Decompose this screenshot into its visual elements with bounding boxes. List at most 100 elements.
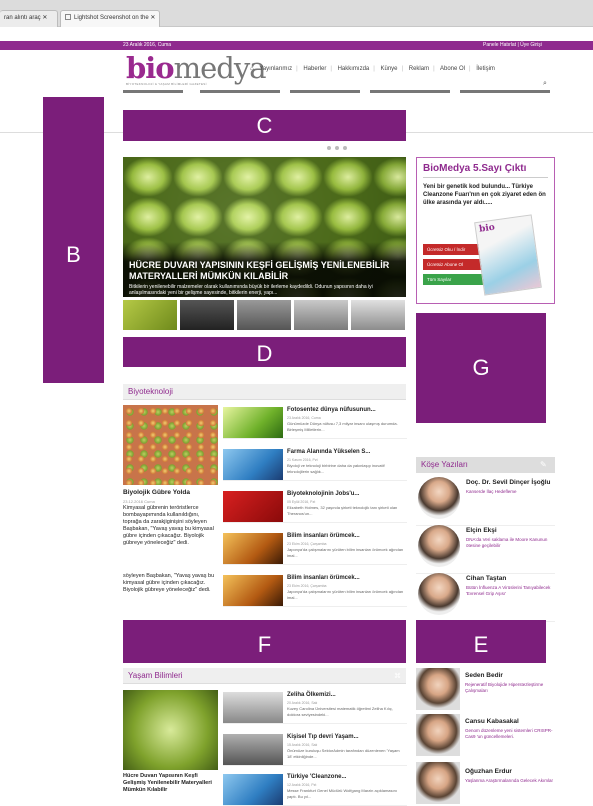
article-desc: Biyoloji ve teknoloji birbirine daha da …: [287, 463, 385, 474]
slider-thumb[interactable]: [180, 300, 234, 330]
nav-item[interactable]: Abone Ol: [440, 66, 465, 72]
promo-description: Yeni bir genetik kod bulundu... Türkiye …: [423, 184, 546, 206]
list-item[interactable]: Zeliha Ölkemizi... 20 Aralık 2016, Salı …: [223, 690, 407, 724]
article-thumb: [223, 491, 283, 522]
slider-dots[interactable]: [327, 145, 351, 152]
article-title[interactable]: Biyoteknolojinin Jobs'u...: [287, 491, 359, 497]
person-article[interactable]: Yaşlanma Araştırmalarında Gelecek Akımla…: [465, 778, 553, 784]
person-article[interactable]: Genom düzenleme yeni sistemleri CRISPR-C…: [465, 728, 553, 740]
browser-tab[interactable]: ran alıntı araç ✕: [0, 10, 58, 27]
hero-title[interactable]: HÜCRE DUVARI YAPISININ KEŞFİ GELİŞMİŞ YE…: [129, 260, 400, 282]
top-thumb: [290, 90, 360, 93]
dot[interactable]: [335, 146, 339, 150]
list-item[interactable]: Türkiye 'Cleanzone... 12 Aralık 2016, Pz…: [223, 772, 407, 806]
list-item[interactable]: Biyoteknolojinin Jobs'u... 05 Eylül 2016…: [223, 489, 407, 523]
columnist-item[interactable]: Cihan Taştan Bütün İnfluenza A Virüsleri…: [416, 570, 555, 622]
article-title[interactable]: Bilim insanları örümcek...: [287, 533, 360, 539]
nav-item[interactable]: Haberler: [303, 66, 326, 72]
top-thumb: [123, 90, 183, 93]
columnist-article[interactable]: Kanserde İlaç Hedefleme: [466, 489, 552, 495]
article-meta: 15 Aralık 2016, Salı: [287, 743, 318, 747]
top-thumb: [460, 90, 550, 93]
person-article[interactable]: Rejeneratif Biyolojide Hiperstezleştirme…: [465, 682, 553, 694]
nav-item[interactable]: Künye: [381, 66, 398, 72]
slider-thumb[interactable]: [123, 300, 177, 330]
magazine-cover[interactable]: bio: [474, 214, 542, 296]
article-title[interactable]: Zeliha Ölkemizi...: [287, 692, 336, 698]
article-title[interactable]: Fotosentez dünya nüfusunun...: [287, 407, 376, 413]
columnist-article[interactable]: DNA'da Veri saklama ile Moore Kanunun öt…: [466, 537, 552, 549]
list-item[interactable]: Farma Alanında Yükselen S... 21 Kasım 20…: [223, 447, 407, 481]
avatar: [418, 477, 460, 519]
nav-item[interactable]: Yayınlarımız: [259, 66, 292, 72]
slider-thumb[interactable]: [351, 300, 405, 330]
feature-title[interactable]: Hücre Duvarı Yapısının Keşfi Gelişmiş Ye…: [123, 773, 218, 794]
article-thumb: [223, 734, 283, 765]
article-title[interactable]: Kişisel Tıp devri Yaşam...: [287, 734, 359, 740]
avatar[interactable]: [416, 714, 460, 756]
nav-item[interactable]: Reklam: [409, 66, 429, 72]
article-desc: Elizabeth Holmes, 32 yaşında şirketi tek…: [287, 505, 398, 516]
columnist-name[interactable]: Doç. Dr. Sevil Dinçer İşoğlu: [466, 479, 551, 486]
tab-label: ran alıntı araç ✕: [4, 15, 48, 21]
current-date: 23 Aralık 2016, Cuma: [123, 42, 172, 48]
annotation-box-d: D: [123, 337, 406, 367]
feature-meta: 23.12.2016 Cuma: [123, 499, 155, 504]
article-title[interactable]: Türkiye 'Cleanzone...: [287, 774, 346, 780]
columnist-item[interactable]: Elçin Ekşi DNA'da Veri saklama ile Moore…: [416, 522, 555, 574]
avatar[interactable]: [416, 762, 460, 804]
rss-icon[interactable]: ⌘: [394, 672, 401, 680]
list-item[interactable]: Bilim insanları örümcek... 23 Ekim 2016,…: [223, 531, 407, 565]
article-title[interactable]: Farma Alanında Yükselen S...: [287, 449, 370, 455]
top-strip: 23 Aralık 2016, Cuma Panele Hatırlat | Ü…: [0, 41, 593, 50]
slider-thumb[interactable]: [294, 300, 348, 330]
home-icon[interactable]: ⌂: [250, 66, 254, 72]
article-desc: Japonya'da çalışmalarını yürüten bilim i…: [287, 589, 404, 600]
promo-title[interactable]: BioMedya 5.Sayı Çıktı: [417, 158, 554, 174]
nav-item[interactable]: İletişim: [476, 66, 495, 72]
feature-image[interactable]: [123, 405, 218, 485]
logo-bio: bio: [126, 51, 175, 85]
annotation-box-e: E: [416, 620, 546, 663]
person-name[interactable]: Oğuzhan Erdur: [465, 768, 512, 775]
dot[interactable]: [343, 146, 347, 150]
columnist-name[interactable]: Elçin Ekşi: [466, 527, 497, 534]
main-nav: ⌂ Yayınlarımız | Haberler | Hakkımızda | Kü…: [250, 66, 495, 72]
top-links[interactable]: Panele Hatırlat | Üye Girişi: [483, 41, 542, 50]
hero-slider[interactable]: HÜCRE DUVARI YAPISININ KEŞFİ GELİŞMİŞ YE…: [123, 157, 406, 297]
section-header-life-sciences[interactable]: Yaşam Bilimleri: [123, 668, 406, 684]
article-desc: Günümüzde Dünya nüfusu 7,3 milyar insanı…: [287, 421, 398, 432]
article-title[interactable]: Bilim insanları örümcek...: [287, 575, 360, 581]
search-icon[interactable]: ⌕: [543, 80, 547, 88]
list-item[interactable]: Bilim insanları örümcek... 23 Ekim 2016,…: [223, 573, 407, 607]
article-meta: 05 Eylül 2016, Pzt: [287, 500, 316, 504]
top-thumb: [200, 90, 280, 93]
avatar: [418, 573, 460, 615]
section-header-columns[interactable]: Köşe Yazıları: [416, 457, 555, 473]
list-item[interactable]: Kişisel Tıp devri Yaşam... 15 Aralık 201…: [223, 732, 407, 766]
hero-caption: HÜCRE DUVARI YAPISININ KEŞFİ GELİŞMİŞ YE…: [123, 242, 406, 297]
annotation-box-f: F: [123, 620, 406, 663]
article-thumb: [223, 575, 283, 606]
site-tagline: BİYOTEKNOLOJİ & YAŞAM BİLİMLERİ GAZETESİ: [126, 82, 207, 86]
slider-thumb[interactable]: [237, 300, 291, 330]
tab-label: Lightshot Screenshot on the ✕: [74, 15, 156, 21]
browser-tab[interactable]: Lightshot Screenshot on the ✕: [60, 10, 160, 27]
columnist-item[interactable]: Doç. Dr. Sevil Dinçer İşoğlu Kanserde İl…: [416, 474, 555, 526]
annotation-box-c: C: [123, 110, 406, 141]
columnist-article[interactable]: Bütün İnfluenza A Virüslerini Tanıyabile…: [466, 585, 552, 597]
edit-icon[interactable]: ✎: [540, 460, 547, 469]
nav-item[interactable]: Hakkımızda: [338, 66, 370, 72]
site-logo[interactable]: biomedya: [126, 51, 267, 85]
list-item[interactable]: Fotosentez dünya nüfusunun... 23 Aralık …: [223, 405, 407, 439]
person-name[interactable]: Seden Bedir: [465, 672, 503, 679]
columnist-name[interactable]: Cihan Taştan: [466, 575, 506, 582]
dot[interactable]: [327, 146, 331, 150]
avatar[interactable]: [416, 668, 460, 710]
magazine-logo: bio: [478, 222, 496, 235]
section-header-biotech[interactable]: Biyoteknoloji: [123, 384, 406, 400]
feature-image[interactable]: [123, 690, 218, 770]
slider-thumbnails: [123, 300, 406, 330]
person-name[interactable]: Cansu Kabasakal: [465, 718, 519, 725]
feature-title[interactable]: Biyolojik Gübre Yolda: [123, 489, 190, 497]
